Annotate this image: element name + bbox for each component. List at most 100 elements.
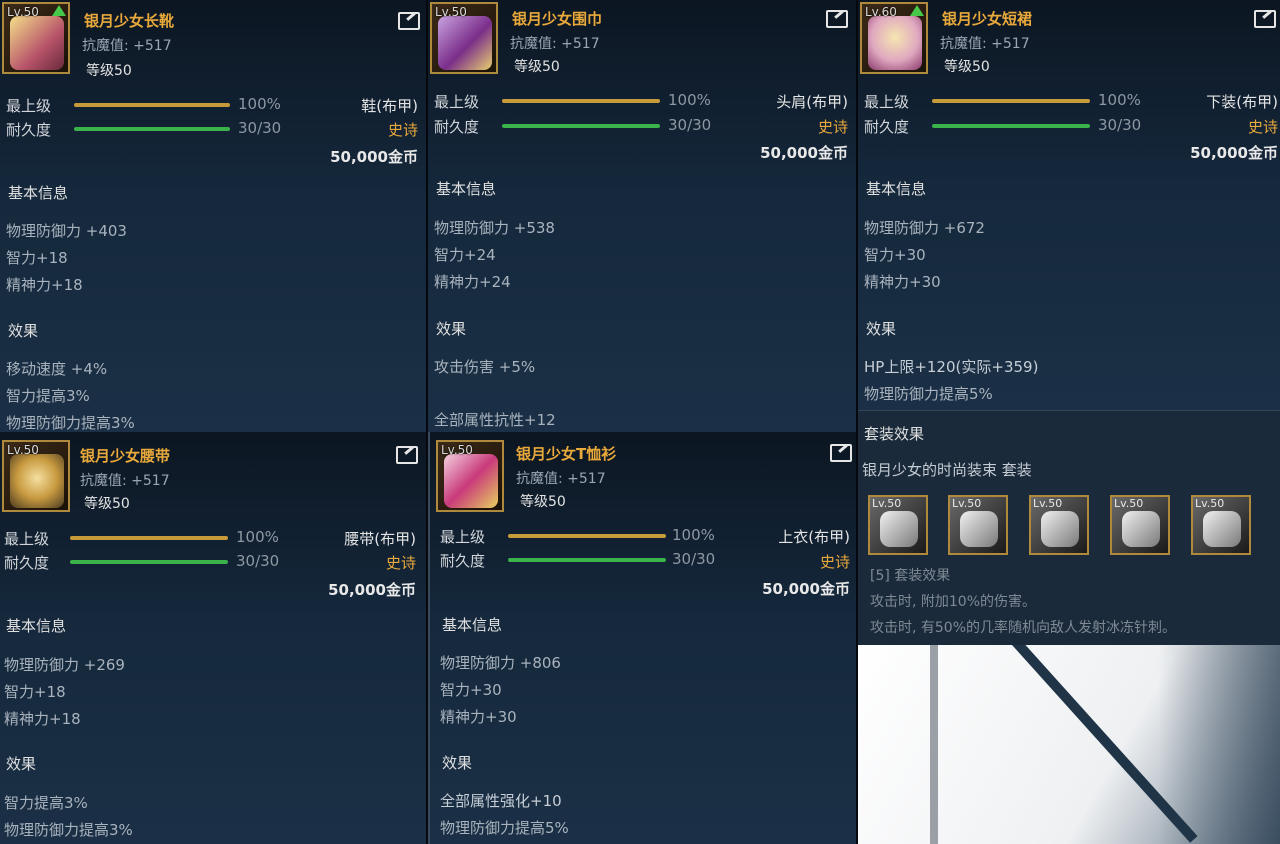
item-slot: 鞋(布甲) xyxy=(361,97,418,115)
item-name: 银月少女长靴 xyxy=(84,12,175,30)
durability-label: 耐久度 xyxy=(4,554,50,572)
basic-info-heading: 基本信息 xyxy=(6,617,67,635)
effect-line: 智力提高3% xyxy=(6,387,90,405)
set-item-icon[interactable]: Lv.50 xyxy=(1110,495,1170,555)
item-resist: 抗魔值: +517 xyxy=(516,471,606,487)
item-price: 50,000金币 xyxy=(328,581,416,599)
stat-line: 精神力+18 xyxy=(4,710,81,728)
stat-line: 物理防御力 +538 xyxy=(434,219,555,237)
durability-bar xyxy=(932,124,1090,128)
effects-heading: 效果 xyxy=(442,754,473,772)
item-rarity: 史诗 xyxy=(819,553,850,571)
stat-line: 智力+30 xyxy=(440,681,502,699)
stat-line: 精神力+18 xyxy=(6,276,83,294)
basic-info-heading: 基本信息 xyxy=(436,180,497,198)
item-rarity: 史诗 xyxy=(817,118,848,136)
effect-line: 智力提高3% xyxy=(4,794,88,812)
item-slot: 头肩(布甲) xyxy=(776,93,848,111)
item-icon-skirt[interactable]: Lv.60 xyxy=(860,2,928,74)
belt-art-icon xyxy=(10,454,64,508)
max-level-value: 100% xyxy=(236,528,279,546)
stat-line: 精神力+30 xyxy=(864,273,941,291)
stat-line: 精神力+30 xyxy=(440,708,517,726)
set-item-art-icon xyxy=(1041,511,1079,547)
item-resist: 抗魔值: +517 xyxy=(940,36,1030,52)
set-item-icon[interactable]: Lv.50 xyxy=(1029,495,1089,555)
effect-line: HP上限+120(实际+359) xyxy=(864,358,1039,376)
item-rarity: 史诗 xyxy=(1247,118,1278,136)
item-price: 50,000金币 xyxy=(1190,144,1278,162)
stat-line: 精神力+24 xyxy=(434,273,511,291)
set-item-icon[interactable]: Lv.50 xyxy=(948,495,1008,555)
share-icon[interactable] xyxy=(1254,10,1276,28)
effects-heading: 效果 xyxy=(436,320,467,338)
durability-label: 耐久度 xyxy=(434,118,480,136)
skirt-art-icon xyxy=(868,16,922,70)
share-icon[interactable] xyxy=(826,10,848,28)
durability-value: 30/30 xyxy=(672,550,716,568)
max-level-label: 最上级 xyxy=(6,97,52,115)
item-required-level: 等级50 xyxy=(520,494,566,510)
effect-line: 物理防御力提高3% xyxy=(4,821,133,839)
durability-bar xyxy=(508,558,666,562)
durability-bar xyxy=(74,127,230,131)
item-level-badge: Lv.50 xyxy=(441,443,473,457)
item-tooltip-belt: Lv.50 银月少女腰带 抗魔值: +517 等级50 最上级 100% 耐久度… xyxy=(0,432,428,844)
max-level-label: 最上级 xyxy=(864,93,910,111)
max-level-label: 最上级 xyxy=(440,528,486,546)
item-name: 银月少女T恤衫 xyxy=(516,445,617,463)
scene-shade xyxy=(1158,645,1280,844)
set-item-icon[interactable]: Lv.50 xyxy=(868,495,928,555)
item-slot: 上衣(布甲) xyxy=(778,528,850,546)
item-level-badge: Lv.50 xyxy=(7,5,39,19)
durability-value: 30/30 xyxy=(1098,116,1142,134)
stat-line: 智力+18 xyxy=(4,683,66,701)
item-rarity: 史诗 xyxy=(385,554,416,572)
max-level-bar xyxy=(74,103,230,107)
set-item-level: Lv.50 xyxy=(952,497,982,510)
item-icon-belt[interactable]: Lv.50 xyxy=(2,440,70,512)
share-icon[interactable] xyxy=(398,12,420,30)
effects-heading: 效果 xyxy=(866,320,897,338)
max-level-value: 100% xyxy=(668,91,711,109)
item-icon-boots[interactable]: Lv.50 xyxy=(2,2,70,74)
set-item-level: Lv.50 xyxy=(1195,497,1225,510)
item-name: 银月少女腰带 xyxy=(80,447,171,465)
max-level-label: 最上级 xyxy=(4,530,50,548)
scarf-art-icon xyxy=(438,16,492,70)
effect-line: 物理防御力提高5% xyxy=(440,819,569,837)
basic-info-heading: 基本信息 xyxy=(866,180,927,198)
stat-line: 物理防御力 +403 xyxy=(6,222,127,240)
effect-line: 物理防御力提高5% xyxy=(864,385,993,403)
item-tooltip-tshirt: Lv.50 银月少女T恤衫 抗魔值: +517 等级50 最上级 100% 耐久… xyxy=(428,432,858,844)
max-level-value: 100% xyxy=(672,526,715,544)
set-tier-label: [5] 套装效果 xyxy=(870,568,951,584)
share-icon[interactable] xyxy=(396,446,418,464)
upgrade-arrow-icon xyxy=(52,5,66,16)
tshirt-art-icon xyxy=(444,454,498,508)
item-level-badge: Lv.60 xyxy=(865,5,897,19)
set-item-art-icon xyxy=(1203,511,1241,547)
durability-bar xyxy=(502,124,660,128)
item-price: 50,000金币 xyxy=(760,144,848,162)
durability-label: 耐久度 xyxy=(6,121,52,139)
share-icon[interactable] xyxy=(830,444,852,462)
set-effect-line: 攻击时, 有50%的几率随机向敌人发射冰冻针刺。 xyxy=(870,620,1177,636)
set-effect-line: 攻击时, 附加10%的伤害。 xyxy=(870,594,1037,610)
set-item-art-icon xyxy=(960,511,998,547)
stat-line: 物理防御力 +672 xyxy=(864,219,985,237)
item-rarity: 史诗 xyxy=(387,121,418,139)
durability-label: 耐久度 xyxy=(864,118,910,136)
durability-label: 耐久度 xyxy=(440,552,486,570)
item-icon-scarf[interactable]: Lv.50 xyxy=(430,2,498,74)
item-resist: 抗魔值: +517 xyxy=(82,38,172,54)
durability-value: 30/30 xyxy=(238,119,282,137)
item-tooltip-skirt: Lv.60 银月少女短裙 抗魔值: +517 等级50 最上级 100% 耐久度… xyxy=(858,0,1280,410)
set-item-icon[interactable]: Lv.50 xyxy=(1191,495,1251,555)
effect-line: 物理防御力提高3% xyxy=(6,414,135,432)
set-item-art-icon xyxy=(880,511,918,547)
item-price: 50,000金币 xyxy=(330,148,418,166)
item-slot: 腰带(布甲) xyxy=(344,530,416,548)
item-price: 50,000金币 xyxy=(762,580,850,598)
item-icon-tshirt[interactable]: Lv.50 xyxy=(436,440,504,512)
